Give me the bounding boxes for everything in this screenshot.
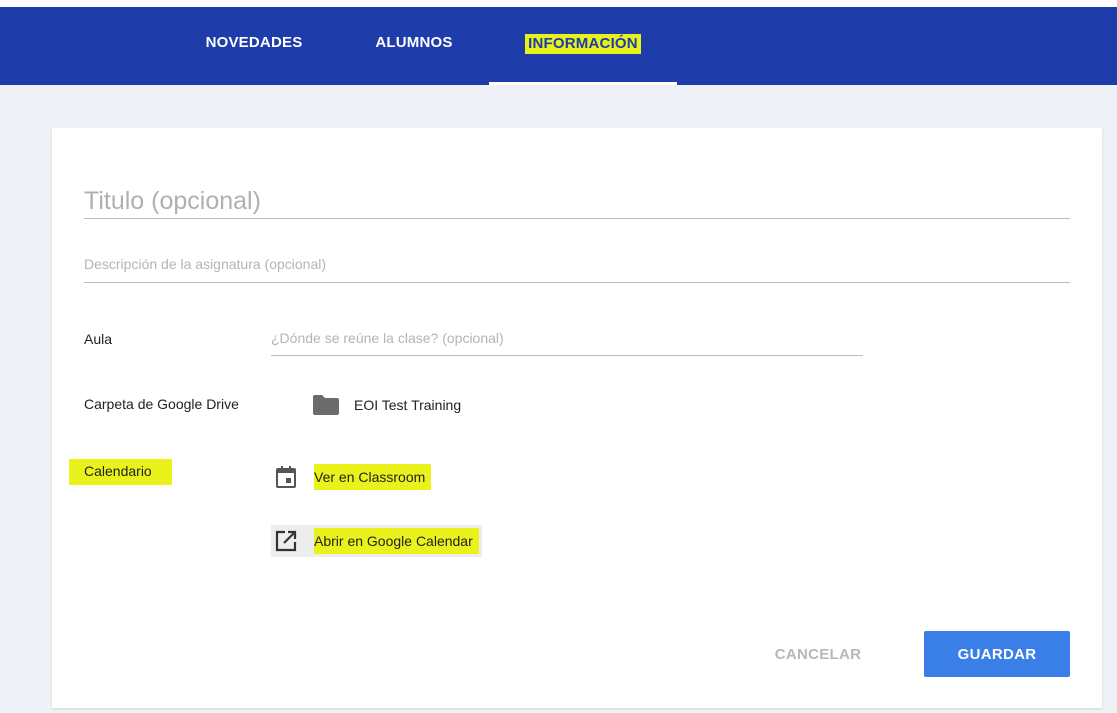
title-placeholder: Titulo (opcional) — [84, 187, 261, 215]
tab-alumnos-label: ALUMNOS — [375, 34, 453, 51]
description-input[interactable]: Descripción de la asignatura (opcional) — [84, 253, 1070, 283]
room-placeholder: ¿Dónde se reúne la clase? (opcional) — [271, 330, 504, 346]
drive-folder-label: Carpeta de Google Drive — [84, 396, 239, 412]
save-button[interactable]: GUARDAR — [924, 631, 1070, 677]
tab-informacion[interactable]: INFORMACIÓN — [489, 7, 677, 85]
title-input[interactable]: Titulo (opcional) — [84, 182, 1070, 219]
open-google-calendar-label: Abrir en Google Calendar — [314, 528, 479, 554]
view-in-classroom-label: Ver en Classroom — [314, 464, 432, 490]
open-in-new-icon — [275, 530, 297, 552]
description-placeholder: Descripción de la asignatura (opcional) — [84, 256, 327, 272]
folder-icon — [313, 395, 339, 415]
tab-informacion-label: INFORMACIÓN — [525, 34, 641, 54]
tab-alumnos[interactable]: ALUMNOS — [358, 7, 470, 85]
cancel-button[interactable]: CANCELAR — [763, 631, 873, 677]
drive-folder-link[interactable]: EOI Test Training — [312, 394, 461, 416]
calendar-label: Calendario — [69, 459, 172, 485]
page: NOVEDADES ALUMNOS INFORMACIÓN Titulo (op… — [0, 0, 1117, 713]
room-input[interactable]: ¿Dónde se reúne la clase? (opcional) — [271, 327, 863, 356]
calendar-icon — [276, 466, 296, 488]
open-google-calendar-link[interactable]: Abrir en Google Calendar — [271, 525, 482, 557]
tab-novedades-label: NOVEDADES — [205, 34, 303, 51]
top-nav-bar: NOVEDADES ALUMNOS INFORMACIÓN — [0, 7, 1117, 85]
drive-folder-name: EOI Test Training — [354, 397, 462, 413]
view-in-classroom-link[interactable]: Ver en Classroom — [274, 464, 432, 490]
room-label: Aula — [84, 331, 113, 347]
tab-novedades[interactable]: NOVEDADES — [192, 7, 316, 85]
